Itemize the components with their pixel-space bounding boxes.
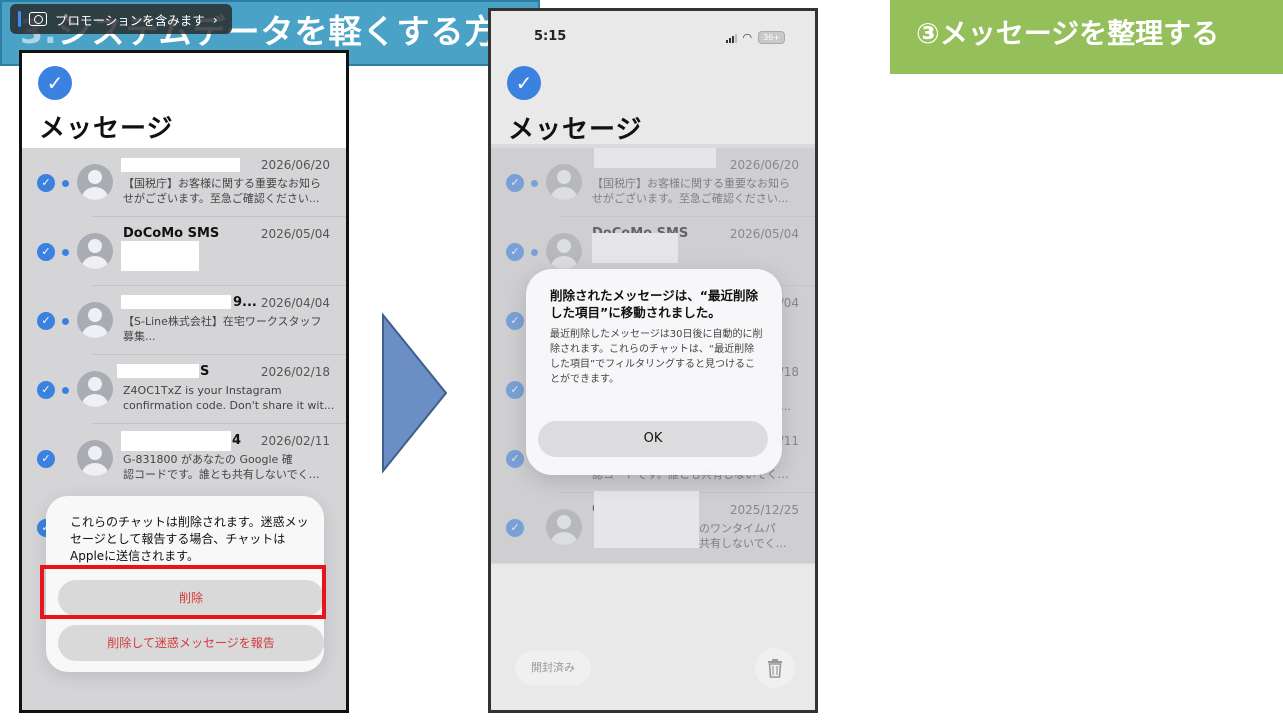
next-step-arrow-icon: [382, 313, 448, 473]
status-icons: ◠ 36+: [725, 31, 785, 44]
unread-dot-icon: [62, 318, 69, 325]
delete-trash-button[interactable]: [755, 648, 795, 688]
deleted-alert-dialog: 削除されたメッセージは、“最近削除した項目”に移動されました。 最近削除したメッ…: [526, 269, 782, 475]
message-date: 2026/02/11: [260, 434, 330, 448]
right-phone-screenshot: 5:15 ◠ 36+ ✓ メッセージ ✓ 2026/06/20 【国税庁】お客様…: [488, 8, 818, 713]
redaction-mask: [121, 158, 240, 172]
alert-body: 最近削除したメッセージは30日後に自動的に削除されます。これらのチャットは、“最…: [550, 329, 763, 385]
preview-line: 【S-Line株式会社】在宅ワークスタッフ: [123, 315, 322, 328]
avatar: [77, 233, 113, 269]
message-sender: S: [200, 364, 210, 379]
mark-read-button[interactable]: 開封済み: [515, 651, 591, 685]
message-preview: G-831800 があなたの Google 確 認コードです。誰とも共有しないで…: [123, 452, 335, 482]
avatar: [77, 164, 113, 200]
message-preview: 【国税庁】お客様に関する重要なお知ら せがございます。至急ご確認ください...: [123, 176, 335, 206]
camera-icon: [29, 12, 47, 26]
promotion-chip[interactable]: プロモーションを含みます ›: [10, 4, 232, 34]
unread-dot-icon: [62, 180, 69, 187]
redaction-mask: [121, 241, 199, 271]
preview-line: confirmation code. Don't share it wit...: [123, 399, 335, 412]
select-done-icon[interactable]: ✓: [507, 66, 541, 100]
message-preview: 【S-Line株式会社】在宅ワークスタッフ 募集...: [123, 314, 335, 344]
message-date: 2026/05/04: [260, 227, 330, 241]
selected-check-icon[interactable]: ✓: [37, 450, 55, 468]
selected-check-icon[interactable]: ✓: [37, 243, 55, 261]
message-date: 2026/02/18: [260, 365, 330, 379]
redaction-mask: [121, 295, 231, 309]
battery-icon: 36+: [758, 31, 785, 44]
delete-and-report-button[interactable]: 削除して迷惑メッセージを報告: [58, 625, 324, 661]
chevron-right-icon: ›: [212, 11, 218, 27]
step-banner: ③メッセージを整理する: [890, 0, 1283, 74]
avatar: [77, 371, 113, 407]
trash-icon: [768, 659, 782, 678]
unread-dot-icon: [62, 387, 69, 394]
preview-line: Z4OC1TxZ is your Instagram: [123, 384, 282, 397]
alert-title: 削除されたメッセージは、“最近削除した項目”に移動されました。: [550, 288, 758, 320]
select-done-icon[interactable]: ✓: [38, 66, 72, 100]
message-sender: 9...: [233, 295, 257, 310]
left-phone-screenshot: ✓ メッセージ ✓ 2026/06/20 【国税庁】お客様に関する重要なお知ら …: [19, 50, 349, 713]
message-preview: Z4OC1TxZ is your Instagram confirmation …: [123, 383, 335, 413]
avatar: [77, 440, 113, 476]
preview-line: 【国税庁】お客様に関する重要なお知ら: [123, 177, 321, 190]
promo-accent-bar: [18, 11, 21, 27]
selected-check-icon[interactable]: ✓: [37, 174, 55, 192]
avatar: [77, 302, 113, 338]
page-title: メッセージ: [508, 115, 643, 145]
status-time: 5:15: [534, 29, 567, 44]
unread-dot-icon: [62, 249, 69, 256]
signal-icon: [725, 33, 737, 43]
action-sheet-message: これらのチャットは削除されます。迷惑メッセージとして報告する場合、チャットはAp…: [70, 515, 309, 563]
preview-line: G-831800 があなたの Google 確: [123, 453, 293, 466]
promo-label: プロモーションを含みます: [55, 12, 205, 28]
delete-highlight-box: [40, 565, 326, 619]
preview-line: 認コードです。誰とも共有しないでく…: [123, 468, 320, 481]
redaction-mask: [121, 431, 231, 451]
selected-check-icon[interactable]: ✓: [37, 381, 55, 399]
selected-check-icon[interactable]: ✓: [37, 312, 55, 330]
message-date: 2026/06/20: [260, 158, 330, 172]
message-date: 2026/04/04: [260, 296, 330, 310]
message-sender: DoCoMo SMS: [123, 226, 220, 241]
preview-line: せがございます。至急ご確認ください...: [123, 192, 320, 205]
redaction-mask: [117, 364, 199, 378]
wifi-icon: ◠: [742, 31, 753, 44]
message-sender: 4: [232, 433, 242, 448]
page-title: メッセージ: [39, 114, 174, 144]
ok-button[interactable]: OK: [538, 421, 768, 457]
preview-line: 募集...: [123, 330, 156, 343]
